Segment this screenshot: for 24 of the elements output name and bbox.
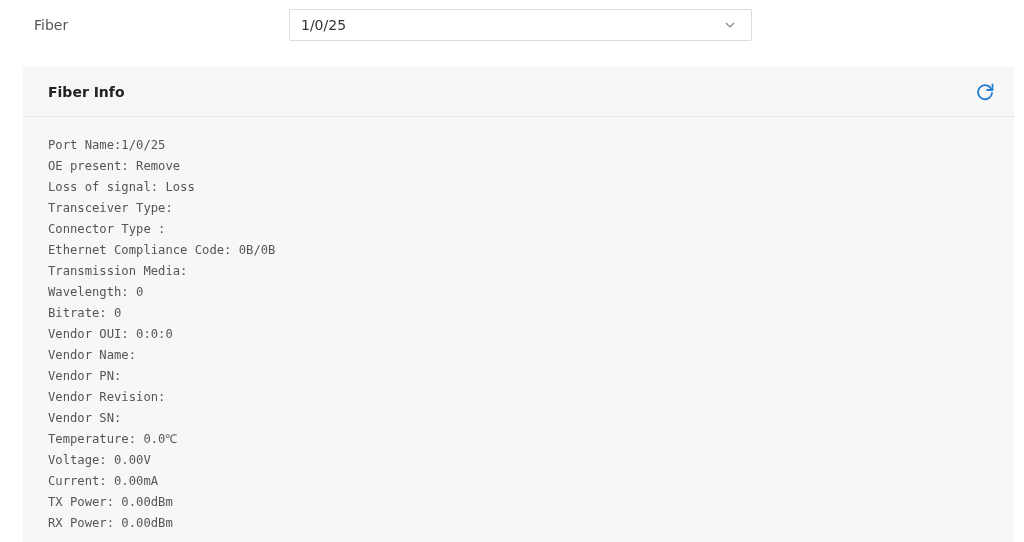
- info-line: Current: 0.00mA: [48, 473, 159, 490]
- info-line: TX Power: 0.00dBm: [48, 494, 173, 511]
- info-line: Vendor OUI: 0:0:0: [48, 326, 173, 343]
- info-line: Loss of signal: Loss: [48, 179, 195, 196]
- info-line: OE present: Remove: [48, 158, 181, 175]
- chevron-down-icon: [725, 22, 735, 28]
- info-line: Connector Type :: [48, 221, 166, 238]
- info-line: Vendor SN:: [48, 410, 122, 427]
- info-line: Transceiver Type:: [48, 200, 173, 217]
- info-line: Voltage: 0.00V: [48, 452, 151, 469]
- info-line: Temperature: 0.0℃: [48, 431, 178, 448]
- panel-title: Fiber Info: [48, 83, 125, 100]
- field-label: Fiber: [33, 17, 70, 33]
- info-line: Port Name:1/0/25: [48, 137, 166, 154]
- fiber-select[interactable]: 1/0/25: [289, 9, 752, 41]
- refresh-icon[interactable]: [975, 81, 995, 102]
- info-line: Vendor Revision:: [48, 389, 166, 406]
- info-line: Transmission Media:: [48, 263, 188, 280]
- info-line: Bitrate: 0: [48, 305, 122, 322]
- info-line: Ethernet Compliance Code: 0B/0B: [48, 242, 276, 259]
- info-line: Vendor PN:: [48, 368, 122, 385]
- info-line: Wavelength: 0: [48, 284, 144, 301]
- info-line: RX Power: 0.00dBm: [48, 515, 173, 532]
- info-line: Vendor Name:: [48, 347, 137, 364]
